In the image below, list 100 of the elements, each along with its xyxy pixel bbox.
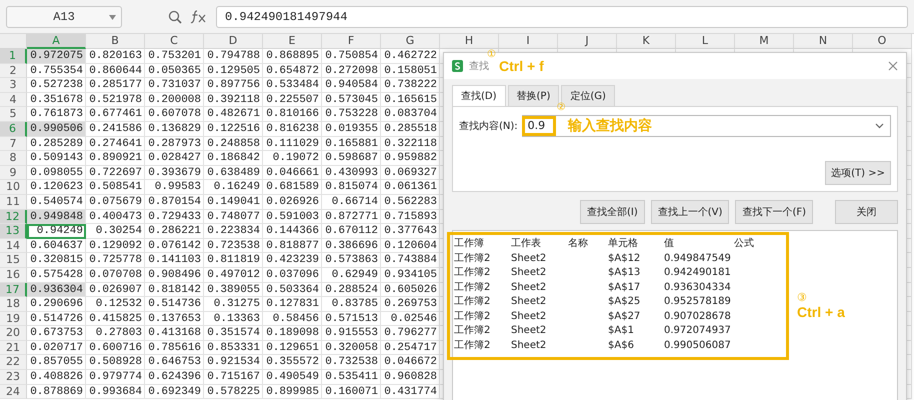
table-cell: 0.598687 (322, 151, 381, 166)
row-header[interactable]: 2 (0, 64, 27, 78)
dropdown-caret-icon[interactable] (875, 123, 884, 129)
column-header[interactable]: K (617, 34, 676, 49)
table-cell: 0.19072 (263, 151, 322, 166)
table-cell: 0.638489 (204, 166, 263, 180)
table-cell: 0.715893 (381, 210, 440, 224)
row-header[interactable]: 24 (0, 384, 27, 400)
table-cell: 0.94249 (27, 224, 86, 239)
column-header[interactable]: J (558, 34, 617, 49)
column-header[interactable]: 公式 (734, 237, 782, 252)
table-cell: 0.897756 (204, 78, 263, 93)
table-cell: 0.509143 (27, 151, 86, 166)
table-cell: 0.990506 (27, 122, 86, 137)
table-cell: 0.165615 (381, 92, 440, 108)
table-cell-text: $A$27 (608, 310, 642, 324)
table-cell: 0.490549 (263, 370, 322, 385)
table-cell: 0.285177 (86, 78, 145, 93)
row-header[interactable]: 8 (0, 151, 27, 166)
column-header[interactable]: 单元格 (608, 237, 664, 252)
row-header[interactable]: 5 (0, 107, 27, 122)
table-cell: 0.413168 (145, 326, 204, 341)
table-cell: 0.993684 (86, 384, 145, 400)
table-cell: 0.020717 (27, 340, 86, 356)
formula-field[interactable]: 0.942490181497944 (216, 6, 908, 28)
table-cell-text: 0.952578189 (664, 295, 732, 309)
column-header[interactable]: C (145, 34, 204, 49)
row-header[interactable]: 15 (0, 253, 27, 268)
table-cell-text: Sheet2 (511, 280, 548, 294)
dropdown-caret-icon[interactable] (109, 14, 116, 20)
column-header[interactable]: M (735, 34, 794, 49)
table-cell: 0.272098 (322, 64, 381, 78)
table-cell-text: Sheet2 (511, 252, 548, 266)
table-cell: 0.578225 (204, 384, 263, 400)
options-button[interactable]: 选项(T) >> (825, 161, 891, 185)
column-header[interactable]: D (204, 34, 263, 49)
table-cell: 0.753228 (322, 107, 381, 122)
table-cell: 0.269753 (381, 297, 440, 312)
table-cell: 0.160071 (322, 384, 381, 400)
column-header[interactable]: I (499, 34, 558, 49)
row-header[interactable]: 20 (0, 326, 27, 341)
row-header[interactable]: 4 (0, 92, 27, 108)
table-cell: 0.535411 (322, 370, 381, 385)
dialog-button[interactable]: 查找全部(I) (580, 200, 645, 224)
table-cell: 0.462722 (381, 49, 440, 64)
table-cell: 0.497012 (204, 268, 263, 282)
row-header[interactable]: 9 (0, 166, 27, 180)
row-header[interactable]: 19 (0, 312, 27, 326)
column-header[interactable]: 值 (664, 237, 734, 252)
table-cell: 0.127831 (263, 297, 322, 312)
row-header[interactable]: 21 (0, 340, 27, 356)
table-cell: 0.389055 (204, 282, 263, 298)
dialog-button[interactable]: 查找下一个(F) (735, 200, 813, 224)
table-cell: 0.290696 (27, 297, 86, 312)
close-icon[interactable] (888, 61, 898, 71)
table-cell-text: 0.972074937 (664, 324, 732, 338)
app-icon (452, 60, 463, 72)
row-header[interactable]: 11 (0, 194, 27, 210)
table-cell: 0.853331 (204, 340, 263, 356)
column-header[interactable]: 工作簿 (454, 237, 511, 252)
name-box[interactable]: A13 (6, 6, 122, 28)
table-cell: 0.811819 (204, 253, 263, 268)
column-header[interactable]: E (263, 34, 322, 49)
row-header[interactable]: 10 (0, 180, 27, 195)
column-header[interactable]: B (86, 34, 145, 49)
table-cell: 0.743884 (381, 253, 440, 268)
column-header[interactable]: L (676, 34, 735, 49)
row-header[interactable]: 23 (0, 370, 27, 385)
table-cell: 0.959882 (381, 151, 440, 166)
function-icon[interactable] (190, 10, 208, 24)
table-cell-text: $A$13 (608, 266, 642, 280)
dialog-button[interactable]: 查找上一个(V) (650, 200, 730, 224)
row-header[interactable]: 18 (0, 297, 27, 312)
table-cell: 0.738222 (381, 78, 440, 93)
dialog-button[interactable]: 关闭 (835, 200, 898, 224)
table-cell-text: 工作簿2 (454, 310, 492, 324)
table-cell: 0.141103 (145, 253, 204, 268)
tab[interactable]: 替换(P) (508, 85, 560, 106)
table-cell: 0.026907 (86, 282, 145, 298)
table-cell-text: 工作簿2 (454, 338, 492, 352)
column-header[interactable]: H (440, 34, 499, 49)
table-cell: 0.508541 (86, 180, 145, 195)
step-number: ③ (797, 291, 808, 304)
column-header[interactable]: G (381, 34, 440, 49)
row-header[interactable]: 3 (0, 78, 27, 93)
tab[interactable]: 查找(D) (452, 85, 506, 106)
table-cell: 0.274641 (86, 136, 145, 152)
column-header[interactable]: N (794, 34, 853, 49)
column-header[interactable]: F (322, 34, 381, 49)
column-header[interactable]: O (853, 34, 912, 49)
column-header[interactable]: 工作表 (511, 237, 568, 252)
column-header[interactable]: 名称 (568, 237, 608, 252)
magnifier-icon[interactable] (168, 10, 182, 24)
row-header[interactable]: 14 (0, 238, 27, 254)
table-cell: 0.503364 (263, 282, 322, 298)
row-header[interactable]: 22 (0, 355, 27, 370)
row-header[interactable]: 7 (0, 136, 27, 152)
table-cell: 0.940584 (322, 78, 381, 93)
row-header[interactable]: 16 (0, 268, 27, 282)
table-cell: 0.288524 (322, 282, 381, 298)
